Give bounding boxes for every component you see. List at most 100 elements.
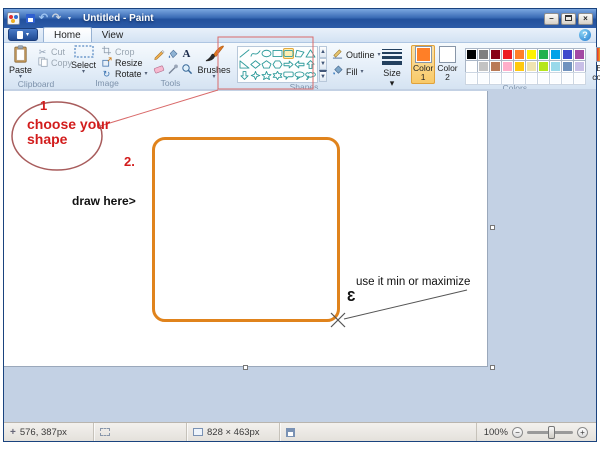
shape-right-triangle-icon[interactable]	[239, 59, 250, 70]
undo-button[interactable]: ↶	[38, 13, 49, 25]
zoom-slider-thumb[interactable]	[548, 426, 555, 439]
shape-right-arrow-icon[interactable]	[283, 59, 294, 70]
palette-empty-slot[interactable]	[538, 73, 549, 84]
color1-button[interactable]: Color 1	[411, 45, 435, 84]
shape-curve-icon[interactable]	[250, 48, 261, 59]
eraser-icon	[153, 63, 165, 75]
resize-button[interactable]: Resize	[99, 57, 150, 68]
clipboard-group: Paste ▾ ✂ Cut Copy Clipboard	[6, 44, 66, 89]
palette-color[interactable]	[550, 49, 561, 60]
color-picker-tool-button[interactable]	[166, 62, 179, 76]
palette-color[interactable]	[574, 49, 585, 60]
close-button[interactable]: ×	[578, 13, 593, 25]
shape-rounded-callout-icon[interactable]	[283, 70, 294, 81]
zoom-out-button[interactable]: −	[512, 427, 523, 438]
shape-rectangle-icon[interactable]	[272, 48, 283, 59]
palette-empty-slot[interactable]	[478, 73, 489, 84]
rotate-icon: ↻	[101, 69, 112, 79]
crop-button[interactable]: Crop	[99, 46, 150, 57]
palette-color[interactable]	[538, 49, 549, 60]
shape-rounded-rectangle-icon[interactable]	[283, 48, 294, 59]
edit-colors-icon	[596, 47, 600, 62]
fill-button[interactable]: Fill ▾	[332, 65, 381, 78]
tab-view[interactable]: View	[92, 28, 134, 42]
qat-customize-button[interactable]: ▾	[64, 13, 75, 25]
select-button[interactable]: Select ▾	[68, 44, 99, 75]
palette-color[interactable]	[466, 49, 477, 60]
shape-four-point-star-icon[interactable]	[250, 70, 261, 81]
palette-empty-slot[interactable]	[490, 73, 501, 84]
canvas-resize-handle-bottom[interactable]	[243, 365, 248, 370]
shape-cloud-callout-icon[interactable]	[305, 70, 316, 81]
ribbon: Paste ▾ ✂ Cut Copy Clipboard	[4, 43, 596, 89]
maximize-button[interactable]	[561, 13, 576, 25]
palette-color[interactable]	[562, 61, 573, 72]
palette-color[interactable]	[562, 49, 573, 60]
shapes-gallery	[237, 46, 318, 83]
shape-pentagon-icon[interactable]	[261, 59, 272, 70]
palette-color[interactable]	[490, 61, 501, 72]
save-button[interactable]	[25, 13, 36, 25]
shape-up-arrow-icon[interactable]	[305, 59, 316, 70]
shape-polygon-icon[interactable]	[294, 48, 305, 59]
size-button[interactable]: Size ▾	[375, 44, 409, 89]
palette-empty-slot[interactable]	[526, 73, 537, 84]
palette-color[interactable]	[574, 61, 585, 72]
shape-oval-callout-icon[interactable]	[294, 70, 305, 81]
palette-color[interactable]	[478, 61, 489, 72]
redo-button[interactable]: ↷	[51, 13, 62, 25]
shape-line-icon[interactable]	[239, 48, 250, 59]
palette-empty-slot[interactable]	[574, 73, 585, 84]
gallery-scroll-down-button[interactable]: ▼	[319, 58, 327, 70]
shape-five-point-star-icon[interactable]	[261, 70, 272, 81]
palette-color[interactable]	[514, 49, 525, 60]
paste-button[interactable]: Paste ▾	[6, 44, 35, 80]
shape-six-point-star-icon[interactable]	[272, 70, 283, 81]
help-icon[interactable]: ?	[579, 29, 591, 41]
canvas-resize-handle-right[interactable]	[490, 225, 495, 230]
minimize-button[interactable]: –	[544, 13, 559, 25]
shape-diamond-icon[interactable]	[250, 59, 261, 70]
gallery-more-button[interactable]: ▼	[319, 70, 327, 82]
fill-tool-button[interactable]	[166, 47, 179, 61]
chevron-down-icon: ▾	[212, 75, 215, 80]
shape-oval-icon[interactable]	[261, 48, 272, 59]
palette-color[interactable]	[550, 61, 561, 72]
palette-empty-slot[interactable]	[550, 73, 561, 84]
canvas-resize-handle-corner[interactable]	[490, 365, 495, 370]
brushes-button[interactable]: Brushes ▾	[194, 44, 233, 80]
zoom-in-button[interactable]: +	[577, 427, 588, 438]
tab-home[interactable]: Home	[43, 27, 92, 42]
gallery-scroll-up-button[interactable]: ▲	[319, 46, 327, 58]
palette-color[interactable]	[490, 49, 501, 60]
application-menu-button[interactable]: ▾	[8, 28, 38, 41]
palette-empty-slot[interactable]	[562, 73, 573, 84]
palette-color[interactable]	[526, 49, 537, 60]
color2-button[interactable]: Color 2	[435, 45, 459, 84]
undo-icon: ↶	[39, 13, 48, 24]
palette-color[interactable]	[514, 61, 525, 72]
zoom-slider[interactable]	[527, 431, 573, 434]
minimize-icon: –	[549, 14, 553, 23]
palette-empty-slot[interactable]	[466, 73, 477, 84]
palette-color[interactable]	[526, 61, 537, 72]
palette-color[interactable]	[502, 61, 513, 72]
palette-color[interactable]	[538, 61, 549, 72]
pencil-tool-button[interactable]	[152, 47, 165, 61]
magnifier-tool-button[interactable]	[180, 62, 193, 76]
eraser-tool-button[interactable]	[152, 62, 165, 76]
ribbon-tab-row: ▾ Home View ?	[4, 28, 596, 43]
shape-triangle-icon[interactable]	[305, 48, 316, 59]
outline-button[interactable]: Outline ▾	[332, 48, 381, 61]
palette-color[interactable]	[478, 49, 489, 60]
canvas-workspace	[4, 89, 596, 422]
palette-color[interactable]	[466, 61, 477, 72]
shape-hexagon-icon[interactable]	[272, 59, 283, 70]
shape-left-arrow-icon[interactable]	[294, 59, 305, 70]
text-tool-button[interactable]: A	[180, 47, 193, 61]
shapes-group: ▲ ▼ ▼ Outline ▾ Fill ▾	[235, 44, 373, 89]
shape-down-arrow-icon[interactable]	[239, 70, 250, 81]
palette-color[interactable]	[502, 49, 513, 60]
tools-group: A Tools	[148, 44, 193, 89]
edit-colors-button[interactable]: Edit colors	[589, 45, 600, 82]
